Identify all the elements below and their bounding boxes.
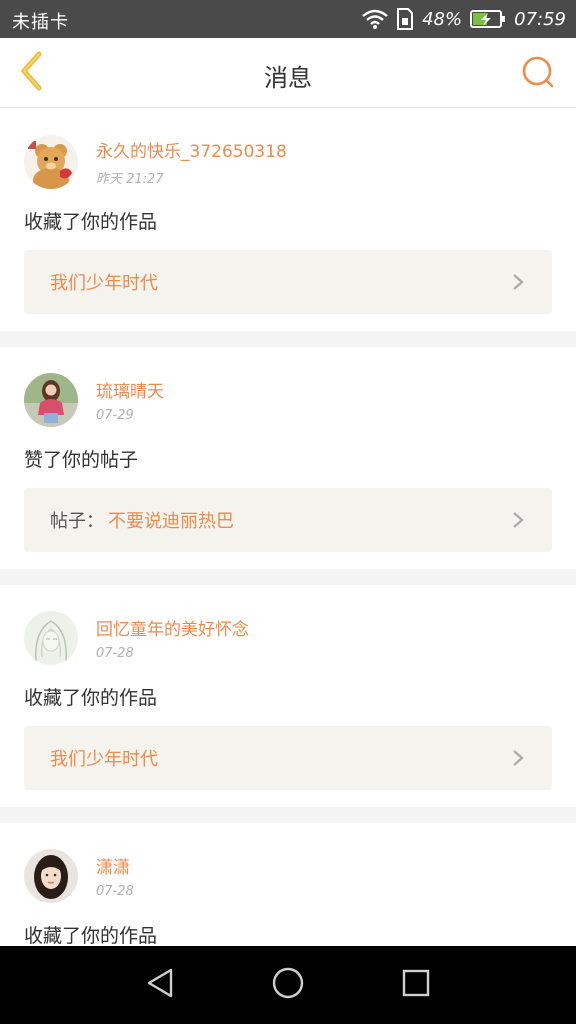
message-user-row: 琉璃晴天 07-29	[24, 369, 552, 431]
work-link[interactable]: 我们少年时代	[24, 726, 552, 790]
post-title: 不要说迪丽热巴	[108, 511, 234, 532]
avatar[interactable]	[24, 611, 78, 665]
list-item: 潇潇 07-28 收藏了你的作品	[0, 823, 576, 946]
message-action-text: 收藏了你的作品	[24, 211, 158, 233]
nav-recents-button[interactable]	[352, 946, 480, 1024]
avatar[interactable]	[24, 135, 78, 189]
message-user-row: 永久的快乐_372650318 昨天 21:27	[24, 131, 552, 193]
page-title: 消息	[264, 64, 312, 92]
teddy-bear-avatar	[24, 135, 78, 189]
recents-square-icon	[401, 968, 431, 1002]
nav-back-button[interactable]	[96, 946, 224, 1024]
post-prefix-label: 帖子：	[50, 511, 104, 532]
chevron-right-icon	[508, 510, 528, 530]
message-time: 07-28	[96, 646, 134, 661]
carrier-label: 未插卡	[12, 12, 69, 33]
list-item: 永久的快乐_372650318 昨天 21:27 收藏了你的作品 我们少年时代	[0, 109, 576, 331]
avatar[interactable]	[24, 373, 78, 427]
post-link[interactable]: 帖子： 不要说迪丽热巴	[24, 488, 552, 552]
home-circle-icon	[271, 966, 305, 1004]
user-name[interactable]: 潇潇	[96, 853, 134, 878]
battery-percent: 48%	[422, 8, 463, 30]
message-action-text: 收藏了你的作品	[24, 925, 158, 946]
user-name[interactable]: 永久的快乐_372650318	[96, 137, 287, 162]
nav-home-button[interactable]	[224, 946, 352, 1024]
app-header: 消息	[0, 38, 576, 108]
message-time: 07-28	[96, 884, 134, 899]
wifi-icon	[362, 9, 388, 29]
battery-charging-icon	[470, 9, 506, 29]
work-title: 我们少年时代	[50, 749, 158, 770]
back-triangle-icon	[145, 967, 175, 1003]
search-icon	[521, 55, 555, 93]
message-list[interactable]: 永久的快乐_372650318 昨天 21:27 收藏了你的作品 我们少年时代	[0, 109, 576, 946]
message-action-text: 赞了你的帖子	[24, 449, 139, 471]
message-time: 07-29	[96, 408, 134, 423]
woman-portrait-avatar	[24, 849, 78, 903]
work-link[interactable]: 我们少年时代	[24, 250, 552, 314]
work-title: 我们少年时代	[50, 273, 158, 294]
avatar[interactable]	[24, 849, 78, 903]
status-bar: 未插卡 48% 07:59	[0, 0, 576, 38]
search-button[interactable]	[516, 52, 560, 96]
message-time: 昨天 21:27	[96, 172, 164, 187]
clock: 07:59	[514, 8, 566, 30]
message-user-row: 潇潇 07-28	[24, 845, 552, 907]
message-user-row: 回忆童年的美好怀念 07-28	[24, 607, 552, 669]
sim-icon	[396, 8, 414, 30]
chevron-right-icon	[508, 272, 528, 292]
user-name[interactable]: 琉璃晴天	[96, 377, 164, 402]
sketch-girl-avatar	[24, 611, 78, 665]
status-icons: 48% 07:59	[362, 6, 566, 32]
list-item: 琉璃晴天 07-29 赞了你的帖子 帖子： 不要说迪丽热巴	[0, 347, 576, 569]
user-name[interactable]: 回忆童年的美好怀念	[96, 615, 249, 640]
chevron-right-icon	[508, 748, 528, 768]
girl-photo-avatar	[24, 373, 78, 427]
system-nav-bar	[0, 946, 576, 1024]
message-action-text: 收藏了你的作品	[24, 687, 158, 709]
list-item: 回忆童年的美好怀念 07-28 收藏了你的作品 我们少年时代	[0, 585, 576, 807]
